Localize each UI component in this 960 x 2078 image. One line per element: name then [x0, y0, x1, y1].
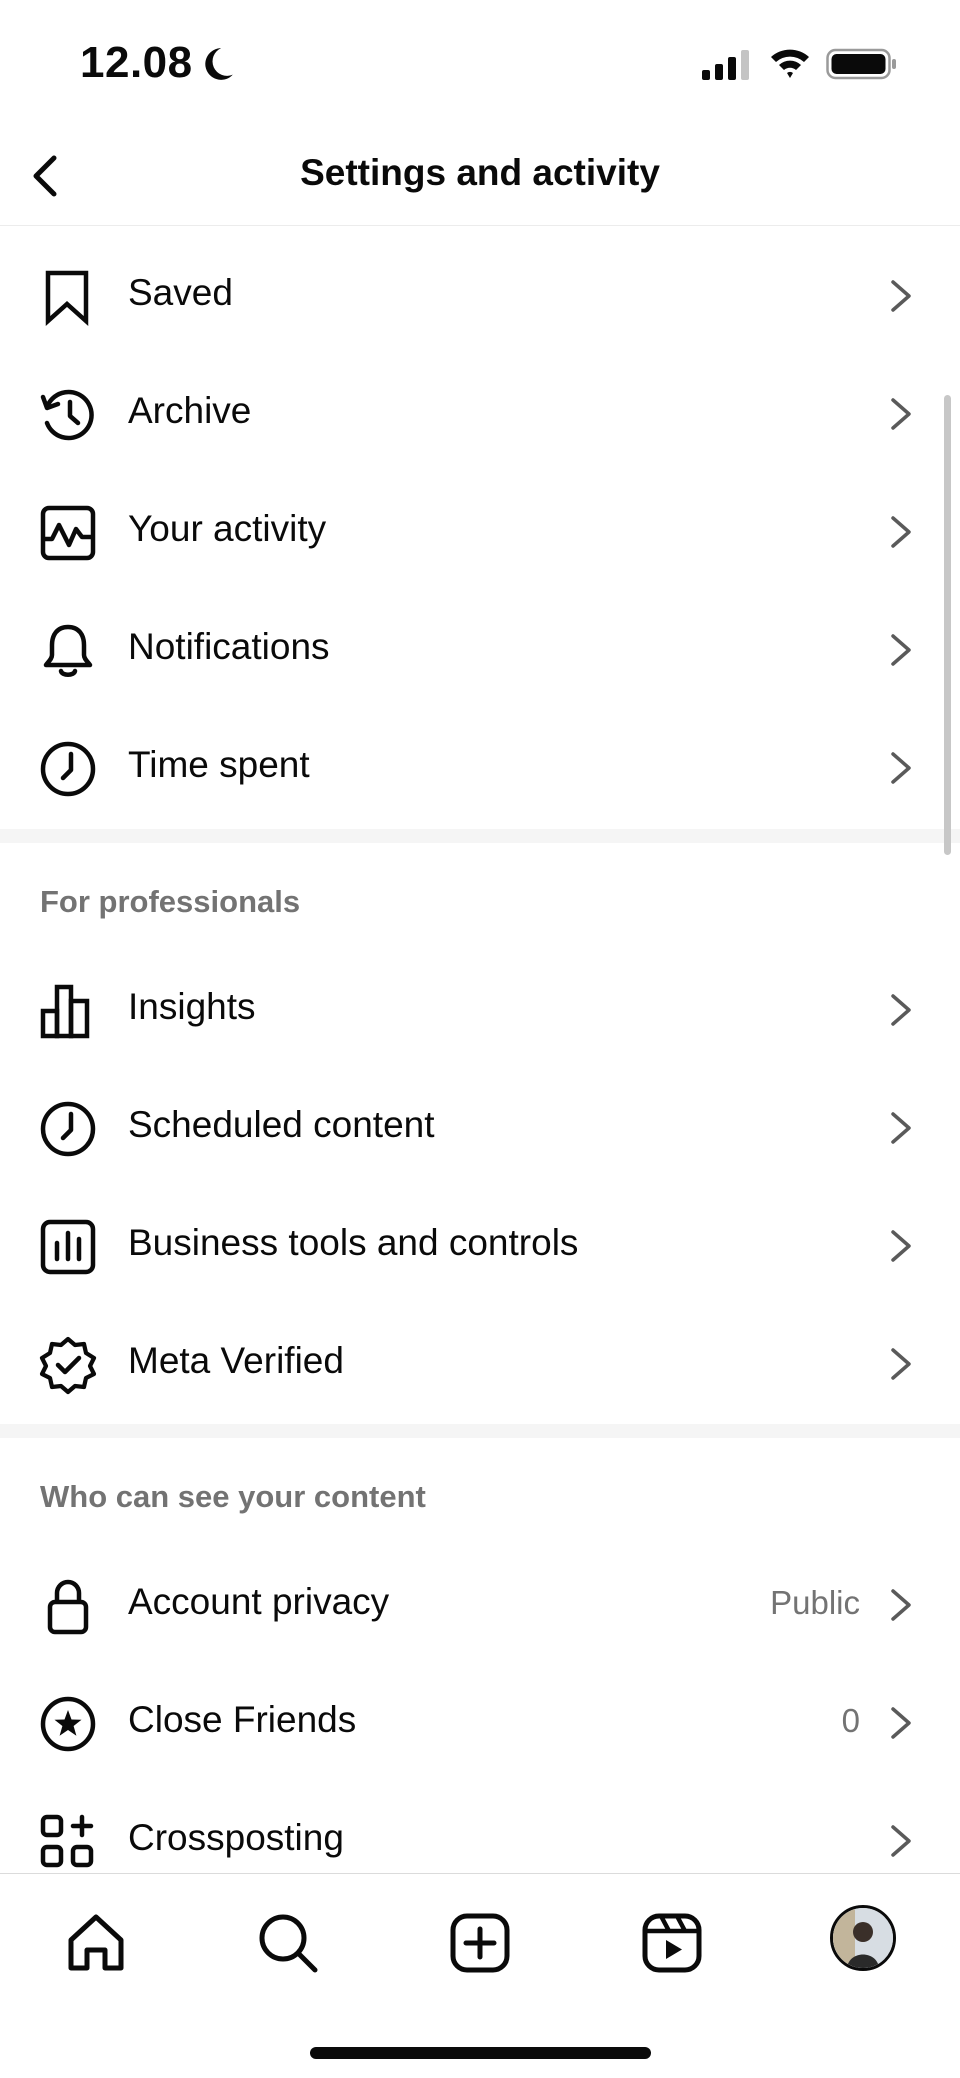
menu-item-label: Notifications — [128, 626, 330, 667]
business-chart-icon — [40, 1219, 96, 1275]
menu-item-label: Saved — [128, 272, 233, 313]
section-divider — [0, 1424, 960, 1438]
chevron-right-icon — [891, 280, 911, 312]
menu-item-account-privacy[interactable]: Account privacy Public — [0, 1546, 960, 1664]
bell-icon — [43, 624, 93, 677]
chevron-right-icon — [891, 1707, 911, 1739]
create-icon[interactable] — [447, 1910, 513, 1976]
moon-icon — [205, 48, 233, 80]
chevron-right-icon — [891, 398, 911, 430]
chevron-right-icon — [891, 634, 911, 666]
menu-item-label: Insights — [128, 986, 256, 1027]
chevron-right-icon — [891, 994, 911, 1026]
archive-history-icon — [40, 389, 94, 441]
chevron-right-icon — [891, 1589, 911, 1621]
reels-icon[interactable] — [639, 1910, 705, 1976]
section-divider — [0, 829, 960, 843]
clock-icon — [40, 1101, 96, 1157]
chevron-right-icon — [891, 1230, 911, 1262]
menu-item-business-tools[interactable]: Business tools and controls — [0, 1187, 960, 1305]
menu-item-archive[interactable]: Archive — [0, 355, 960, 473]
menu-item-time-spent[interactable]: Time spent — [0, 709, 960, 827]
menu-item-label: Archive — [128, 390, 252, 431]
home-indicator — [310, 2047, 651, 2059]
section-title-visibility: Who can see your content — [40, 1479, 426, 1514]
menu-item-label: Crossposting — [128, 1817, 344, 1858]
menu-item-meta-verified[interactable]: Meta Verified — [0, 1305, 960, 1423]
menu-item-label: Close Friends — [128, 1699, 357, 1740]
page-title: Settings and activity — [300, 152, 660, 193]
verified-badge-icon — [39, 1336, 97, 1395]
star-circle-icon — [40, 1696, 96, 1752]
bookmark-icon — [45, 270, 89, 327]
section-title-professionals: For professionals — [40, 884, 301, 919]
bar-chart-icon — [40, 984, 90, 1039]
menu-item-label: Business tools and controls — [128, 1222, 579, 1263]
battery-icon — [826, 48, 896, 80]
menu-item-label: Your activity — [128, 508, 327, 549]
menu-item-scheduled-content[interactable]: Scheduled content — [0, 1069, 960, 1187]
chevron-right-icon — [891, 1112, 911, 1144]
avatar-image — [833, 1908, 893, 1968]
close-friends-count: 0 — [841, 1702, 860, 1739]
menu-item-label: Meta Verified — [128, 1340, 344, 1381]
apps-plus-icon — [40, 1814, 94, 1868]
menu-item-insights[interactable]: Insights — [0, 951, 960, 1069]
wifi-icon — [771, 49, 809, 78]
privacy-value: Public — [770, 1584, 860, 1621]
menu-item-label: Scheduled content — [128, 1104, 435, 1145]
settings-screen: 12.08 Settings and activity Saved Archiv… — [0, 0, 960, 2078]
chevron-right-icon — [891, 1348, 911, 1380]
activity-chart-icon — [40, 505, 96, 561]
chevron-right-icon — [891, 752, 911, 784]
search-icon[interactable] — [255, 1910, 321, 1976]
profile-avatar[interactable] — [830, 1905, 896, 1971]
status-bar: 12.08 — [0, 0, 960, 130]
menu-item-close-friends[interactable]: Close Friends 0 — [0, 1664, 960, 1782]
menu-item-your-activity[interactable]: Your activity — [0, 473, 960, 591]
clock-icon — [40, 741, 96, 797]
bottom-nav — [0, 1873, 960, 2078]
status-time: 12.08 — [80, 38, 193, 87]
menu-item-label: Time spent — [128, 744, 310, 785]
cellular-signal-icon — [702, 50, 749, 80]
chevron-right-icon — [891, 516, 911, 548]
header: Settings and activity — [0, 130, 960, 226]
lock-icon — [47, 1579, 89, 1635]
scrollbar[interactable] — [944, 395, 951, 855]
menu-item-notifications[interactable]: Notifications — [0, 591, 960, 709]
home-icon[interactable] — [63, 1910, 129, 1976]
menu-item-label: Account privacy — [128, 1581, 390, 1622]
menu-item-saved[interactable]: Saved — [0, 237, 960, 355]
chevron-right-icon — [891, 1825, 911, 1857]
